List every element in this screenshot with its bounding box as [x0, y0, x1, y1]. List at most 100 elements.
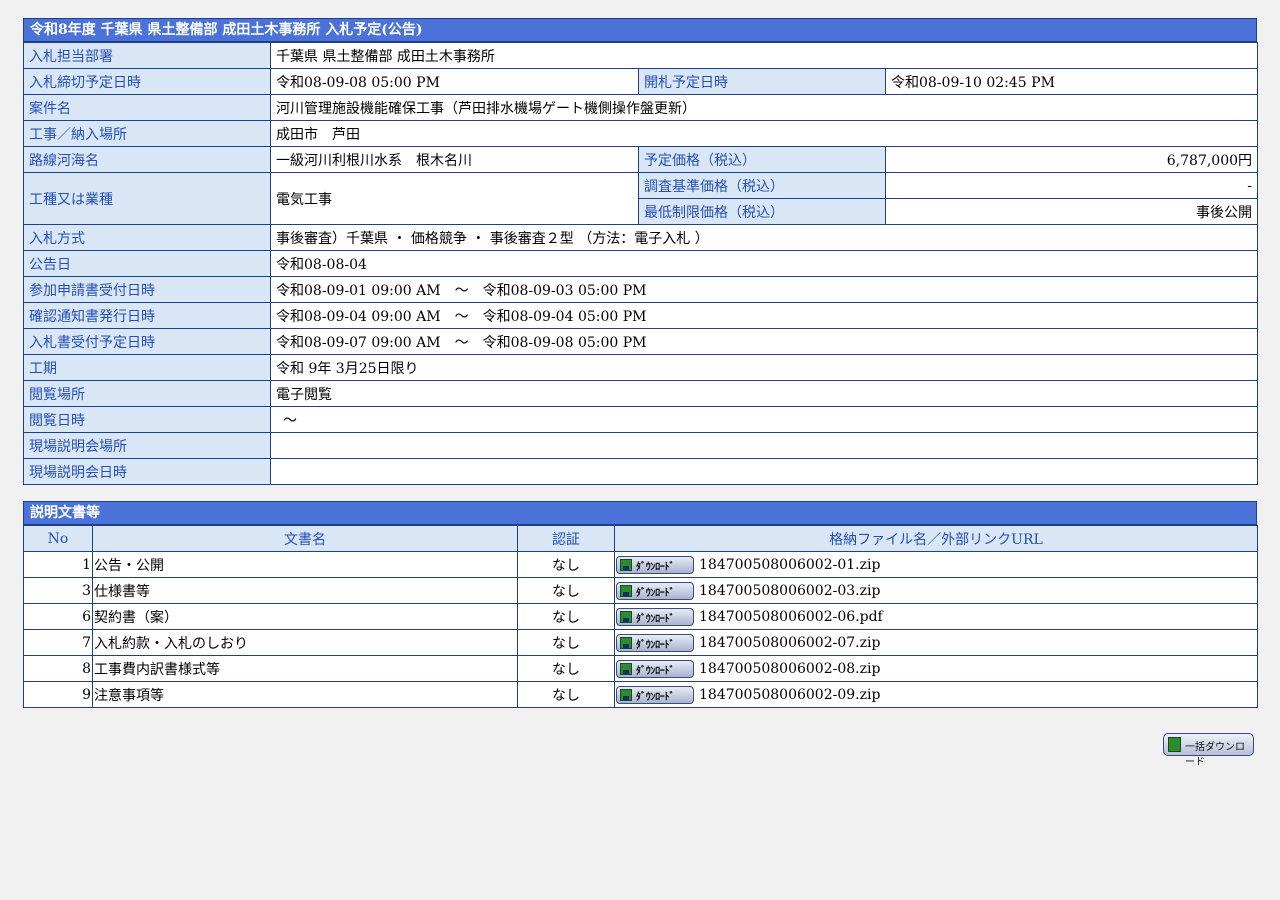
doc-name: 工事費内訳書様式等: [92, 655, 518, 682]
table-row: 9 注意事項等 なし ﾀﾞｳﾝﾛｰﾄﾞ 184700508006002-09.zip: [23, 681, 1258, 708]
bid-info-table: 入札担当部署 千葉県 県土整備部 成田土木事務所 入札締切予定日時 令和08-0…: [23, 42, 1259, 485]
download-icon: [620, 636, 632, 649]
viewdate-value: ～: [269, 406, 1259, 433]
download-icon: [620, 558, 632, 571]
table-row: 7 入札約款・入札のしおり なし ﾀﾞｳﾝﾛｰﾄﾞ 184700508006002-07…: [23, 629, 1258, 656]
doc-auth: なし: [517, 603, 615, 630]
site-date-label: 現場説明会日時: [23, 458, 271, 485]
download-icon: [620, 688, 632, 701]
col-name-header: 文書名: [92, 525, 518, 552]
download-button[interactable]: ﾀﾞｳﾝﾛｰﾄﾞ: [616, 685, 694, 704]
apply-value: 令和08-09-01 09:00 AM ～ 令和08-09-03 05:00 P…: [269, 276, 1259, 303]
bulk-download-button[interactable]: 一括ダウンロード: [1163, 733, 1254, 768]
site-place-value: [269, 432, 1259, 459]
deadline-value: 令和08-09-08 05:00 PM: [270, 68, 639, 95]
viewplace-value: 電子閲覧: [269, 380, 1259, 407]
doc-name: 仕様書等: [92, 577, 518, 604]
dept-label: 入札担当部署: [23, 42, 271, 69]
doc-no: 7: [23, 629, 93, 656]
doc-auth: なし: [517, 655, 615, 682]
confirm-label: 確認通知書発行日時: [23, 302, 271, 329]
receive-value: 令和08-09-07 09:00 AM ～ 令和08-09-08 05:00 P…: [269, 328, 1259, 355]
doc-no: 3: [23, 577, 93, 604]
method-value: 事後審査）千葉県 ・ 価格競争 ・ 事後審査２型 （方法：電子入札 ）: [269, 224, 1259, 251]
doc-file-cell: ﾀﾞｳﾝﾛｰﾄﾞ 184700508006002-06.pdf: [614, 603, 1258, 630]
route-value: 一級河川利根川水系 根木名川: [270, 146, 639, 173]
notice-value: 令和08-08-04: [269, 250, 1259, 277]
survey-price-label: 調査基準価格（税込）: [638, 172, 886, 199]
doc-file-cell: ﾀﾞｳﾝﾛｰﾄﾞ 184700508006002-01.zip: [614, 551, 1258, 578]
download-icon: [620, 610, 632, 623]
doc-no: 8: [23, 655, 93, 682]
table-row: 3 仕様書等 なし ﾀﾞｳﾝﾛｰﾄﾞ 184700508006002-03.zip: [23, 577, 1258, 604]
col-file-header: 格納ファイル名／外部リンクURL: [614, 525, 1258, 552]
survey-price-value: -: [884, 172, 1259, 199]
period-value: 令和 9年 3月25日限り: [269, 354, 1259, 381]
project-value: 河川管理施設機能確保工事（芦田排水機場ゲート機側操作盤更新）: [269, 94, 1259, 121]
download-label: ﾀﾞｳﾝﾛｰﾄﾞ: [636, 665, 675, 677]
download-label: ﾀﾞｳﾝﾛｰﾄﾞ: [636, 613, 675, 625]
doc-auth: なし: [517, 551, 615, 578]
download-label: ﾀﾞｳﾝﾛｰﾄﾞ: [636, 587, 675, 599]
download-label: ﾀﾞｳﾝﾛｰﾄﾞ: [636, 691, 675, 703]
doc-no: 6: [23, 603, 93, 630]
viewplace-label: 閲覧場所: [23, 380, 271, 407]
apply-label: 参加申請書受付日時: [23, 276, 271, 303]
notice-label: 公告日: [23, 250, 271, 277]
doc-file-cell: ﾀﾞｳﾝﾛｰﾄﾞ 184700508006002-08.zip: [614, 655, 1258, 682]
place-label: 工事／納入場所: [23, 120, 271, 147]
doc-auth: なし: [517, 681, 615, 708]
min-price-value: 事後公開: [884, 198, 1259, 225]
min-price-label: 最低制限価格（税込）: [638, 198, 886, 225]
viewdate-label: 閲覧日時: [23, 406, 271, 433]
type-value: 電気工事: [270, 172, 639, 225]
period-label: 工期: [23, 354, 271, 381]
col-auth-header: 認証: [517, 525, 615, 552]
method-label: 入札方式: [23, 224, 271, 251]
doc-name: 契約書（案）: [92, 603, 518, 630]
site-place-label: 現場説明会場所: [23, 432, 271, 459]
section-title: 令和8年度 千葉県 県土整備部 成田土木事務所 入札予定(公告): [23, 18, 1257, 42]
opening-value: 令和08-09-10 02:45 PM: [884, 68, 1259, 95]
download-button[interactable]: ﾀﾞｳﾝﾛｰﾄﾞ: [616, 633, 694, 652]
download-button[interactable]: ﾀﾞｳﾝﾛｰﾄﾞ: [616, 555, 694, 574]
type-label: 工種又は業種: [23, 172, 271, 225]
place-value: 成田市 芦田: [269, 120, 1259, 147]
opening-label: 開札予定日時: [638, 68, 886, 95]
doc-file-name: 184700508006002-03.zip: [699, 582, 881, 599]
receive-label: 入札書受付予定日時: [23, 328, 271, 355]
table-row: 1 公告・公開 なし ﾀﾞｳﾝﾛｰﾄﾞ 184700508006002-01.zip: [23, 551, 1258, 578]
doc-no: 1: [23, 551, 93, 578]
doc-file-cell: ﾀﾞｳﾝﾛｰﾄﾞ 184700508006002-03.zip: [614, 577, 1258, 604]
planned-price-value: 6,787,000円: [884, 146, 1259, 173]
download-button[interactable]: ﾀﾞｳﾝﾛｰﾄﾞ: [616, 581, 694, 600]
doc-file-name: 184700508006002-07.zip: [699, 634, 881, 651]
documents-table: No 文書名 認証 格納ファイル名／外部リンクURL 1 公告・公開 なし ﾀﾞｳﾝﾛ…: [23, 525, 1258, 708]
doc-name: 入札約款・入札のしおり: [92, 629, 518, 656]
table-row: 6 契約書（案） なし ﾀﾞｳﾝﾛｰﾄﾞ 184700508006002-06.pdf: [23, 603, 1258, 630]
documents-section-title: 説明文書等: [23, 501, 1257, 525]
deadline-label: 入札締切予定日時: [23, 68, 271, 95]
site-date-value: [269, 458, 1259, 485]
bulk-download-icon: [1168, 737, 1181, 752]
download-button[interactable]: ﾀﾞｳﾝﾛｰﾄﾞ: [616, 607, 694, 626]
table-row: 8 工事費内訳書様式等 なし ﾀﾞｳﾝﾛｰﾄﾞ 184700508006002-08.z…: [23, 655, 1258, 682]
download-icon: [620, 662, 632, 675]
confirm-value: 令和08-09-04 09:00 AM ～ 令和08-09-04 05:00 P…: [269, 302, 1259, 329]
col-no-header: No: [23, 525, 93, 552]
doc-name: 公告・公開: [92, 551, 518, 578]
download-label: ﾀﾞｳﾝﾛｰﾄﾞ: [636, 561, 675, 573]
download-button[interactable]: ﾀﾞｳﾝﾛｰﾄﾞ: [616, 659, 694, 678]
bulk-download-label: 一括ダウンロード: [1185, 742, 1245, 768]
project-label: 案件名: [23, 94, 271, 121]
doc-file-name: 184700508006002-08.zip: [699, 660, 881, 677]
doc-auth: なし: [517, 577, 615, 604]
doc-no: 9: [23, 681, 93, 708]
doc-auth: なし: [517, 629, 615, 656]
doc-name: 注意事項等: [92, 681, 518, 708]
dept-value: 千葉県 県土整備部 成田土木事務所: [269, 42, 1259, 69]
planned-price-label: 予定価格（税込）: [638, 146, 886, 173]
route-label: 路線河海名: [23, 146, 271, 173]
download-label: ﾀﾞｳﾝﾛｰﾄﾞ: [636, 639, 675, 651]
doc-file-name: 184700508006002-09.zip: [699, 686, 881, 703]
